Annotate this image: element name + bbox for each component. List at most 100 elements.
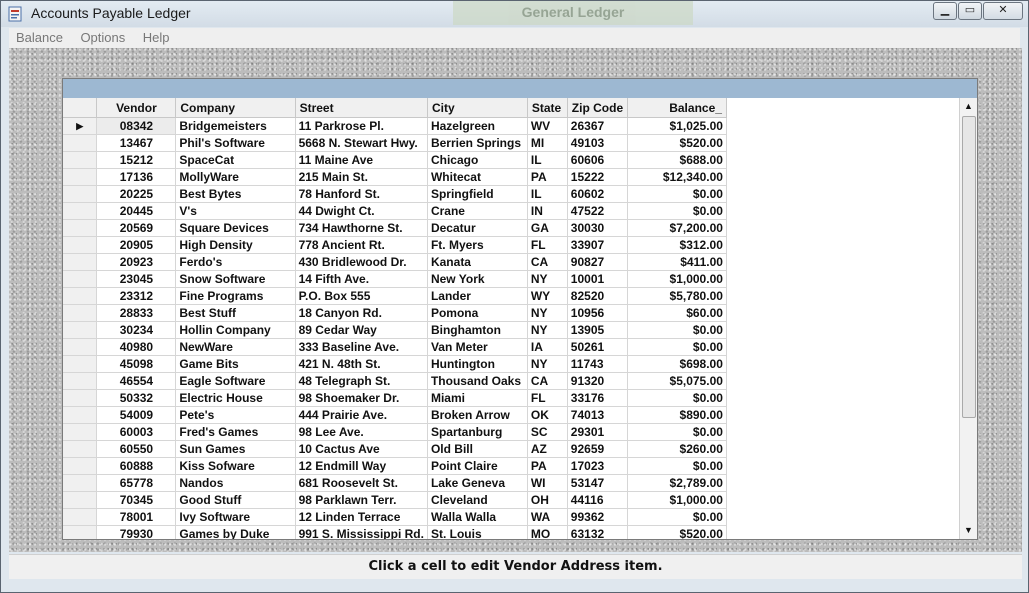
cell-company[interactable]: Phil's Software [175,134,296,152]
cell-balance[interactable]: $520.00 [627,525,727,539]
row-selector[interactable] [63,185,98,203]
cell-city[interactable]: Chicago [427,151,528,169]
close-button[interactable]: ✕ [983,2,1023,20]
cell-company[interactable]: Eagle Software [175,372,296,390]
cell-state[interactable]: NY [527,304,568,322]
cell-vendor[interactable]: 50332 [96,389,177,407]
cell-city[interactable]: Lake Geneva [427,474,528,492]
cell-street[interactable]: P.O. Box 555 [295,287,428,305]
cell-street[interactable]: 333 Baseline Ave. [295,338,428,356]
cell-zip-code[interactable]: 10956 [567,304,629,322]
cell-city[interactable]: Old Bill [427,440,528,458]
cell-company[interactable]: Good Stuff [175,491,296,509]
cell-street[interactable]: 98 Lee Ave. [295,423,428,441]
table-row[interactable]: 46554 Eagle Software 48 Telegraph St. Thous… [63,372,959,390]
table-row[interactable]: 20569 Square Devices 734 Hawthorne St. Deca… [63,219,959,237]
cell-vendor[interactable]: 13467 [96,134,177,152]
cell-street[interactable]: 12 Linden Terrace [295,508,428,526]
cell-city[interactable]: Miami [427,389,528,407]
vertical-scrollbar[interactable]: ▲ ▼ [959,98,977,539]
cell-city[interactable]: Crane [427,202,528,220]
scrollbar-thumb[interactable] [962,116,976,418]
cell-city[interactable]: Whitecat [427,168,528,186]
table-row[interactable]: 60888 Kiss Sofware 12 Endmill Way Point Cla… [63,457,959,475]
cell-state[interactable]: FL [527,389,568,407]
table-row[interactable]: 45098 Game Bits 421 N. 48th St. Huntington N… [63,355,959,373]
cell-zip-code[interactable]: 10001 [567,270,629,288]
row-selector[interactable] [63,219,98,237]
cell-city[interactable]: Berrien Springs [427,134,528,152]
cell-company[interactable]: Ferdo's [175,253,296,271]
cell-vendor[interactable]: 60550 [96,440,177,458]
cell-balance[interactable]: $890.00 [627,406,727,424]
cell-zip-code[interactable]: 33907 [567,236,629,254]
row-selector[interactable] [63,423,98,441]
cell-vendor[interactable]: 46554 [96,372,177,390]
minimize-button[interactable]: ▁ [933,2,957,20]
cell-state[interactable]: CA [527,372,568,390]
cell-zip-code[interactable]: 44116 [567,491,629,509]
table-row[interactable]: ▶ 08342 Bridgemeisters 11 Parkrose Pl. Hazel… [63,117,959,135]
cell-zip-code[interactable]: 91320 [567,372,629,390]
cell-balance[interactable]: $0.00 [627,389,727,407]
cell-company[interactable]: Fred's Games [175,423,296,441]
cell-company[interactable]: Games by Duke [175,525,296,539]
table-row[interactable]: 54009 Pete's 444 Prairie Ave. Broken Arrow O… [63,406,959,424]
cell-state[interactable]: IN [527,202,568,220]
cell-balance[interactable]: $688.00 [627,151,727,169]
cell-zip-code[interactable]: 60606 [567,151,629,169]
scroll-up-arrow-icon[interactable]: ▲ [960,98,977,115]
cell-zip-code[interactable]: 63132 [567,525,629,539]
maximize-button[interactable]: ▭ [958,2,982,20]
row-selector[interactable] [63,270,98,288]
column-header-street[interactable]: Street [295,98,428,118]
cell-balance[interactable]: $5,780.00 [627,287,727,305]
cell-balance[interactable]: $0.00 [627,202,727,220]
cell-street[interactable]: 48 Telegraph St. [295,372,428,390]
cell-city[interactable]: St. Louis [427,525,528,539]
cell-city[interactable]: Point Claire [427,457,528,475]
cell-state[interactable]: IL [527,151,568,169]
row-selector[interactable] [63,304,98,322]
cell-street[interactable]: 18 Canyon Rd. [295,304,428,322]
cell-street[interactable]: 991 S. Mississippi Rd. [295,525,428,539]
cell-state[interactable]: NY [527,355,568,373]
cell-vendor[interactable]: 54009 [96,406,177,424]
cell-company[interactable]: Electric House [175,389,296,407]
table-row[interactable]: 13467 Phil's Software 5668 N. Stewart Hwy.… [63,134,959,152]
row-selector[interactable] [63,491,98,509]
row-selector[interactable] [63,474,98,492]
cell-city[interactable]: Decatur [427,219,528,237]
cell-street[interactable]: 5668 N. Stewart Hwy. [295,134,428,152]
cell-city[interactable]: Kanata [427,253,528,271]
cell-company[interactable]: Fine Programs [175,287,296,305]
cell-company[interactable]: V's [175,202,296,220]
cell-city[interactable]: Binghamton [427,321,528,339]
cell-company[interactable]: Kiss Sofware [175,457,296,475]
table-row[interactable]: 30234 Hollin Company 89 Cedar Way Binghamto… [63,321,959,339]
cell-state[interactable]: IL [527,185,568,203]
column-header-vendor[interactable]: Vendor [96,98,177,118]
cell-zip-code[interactable]: 49103 [567,134,629,152]
current-row-indicator-icon[interactable]: ▶ [63,117,98,135]
table-row[interactable]: 23312 Fine Programs P.O. Box 555 Lander WY 82… [63,287,959,305]
menu-options[interactable]: Options [73,28,131,45]
cell-city[interactable]: Lander [427,287,528,305]
row-selector[interactable] [63,525,98,539]
menu-balance[interactable]: Balance [9,28,69,45]
row-selector[interactable] [63,440,98,458]
cell-company[interactable]: Square Devices [175,219,296,237]
cell-balance[interactable]: $1,025.00 [627,117,727,135]
cell-vendor[interactable]: 17136 [96,168,177,186]
cell-state[interactable]: MI [527,134,568,152]
cell-state[interactable]: PA [527,168,568,186]
row-selector[interactable] [63,253,98,271]
cell-vendor[interactable]: 60888 [96,457,177,475]
cell-balance[interactable]: $12,340.00 [627,168,727,186]
cell-balance[interactable]: $260.00 [627,440,727,458]
cell-zip-code[interactable]: 17023 [567,457,629,475]
scroll-down-arrow-icon[interactable]: ▼ [960,522,977,539]
cell-company[interactable]: High Density [175,236,296,254]
row-selector[interactable] [63,168,98,186]
table-row[interactable]: 70345 Good Stuff 98 Parklawn Terr. Clevelan… [63,491,959,509]
